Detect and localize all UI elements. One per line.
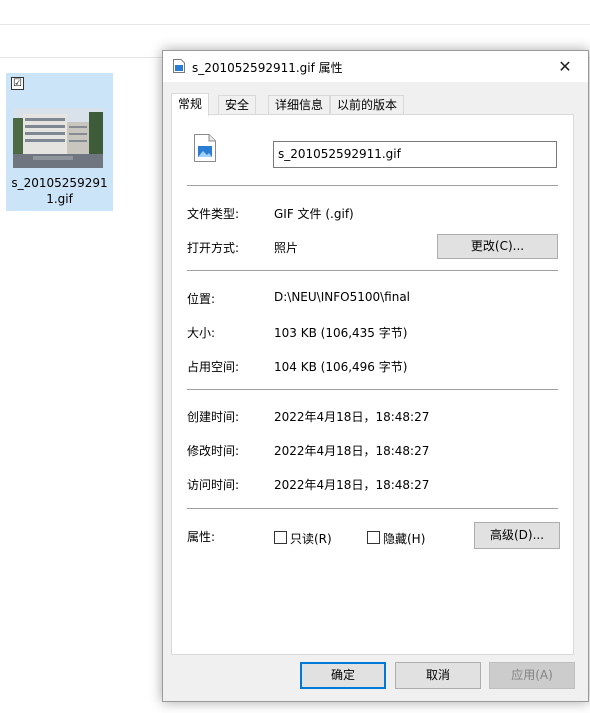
- location-label: 位置:: [187, 292, 216, 306]
- explorer-toolbar: [0, 0, 590, 25]
- image-thumbnail: [13, 108, 103, 168]
- file-select-checkbox[interactable]: ☑: [11, 77, 24, 90]
- attributes-label: 属性:: [187, 530, 216, 544]
- dialog-title: s_201052592911.gif 属性: [192, 61, 343, 75]
- open-with-value: 照片: [274, 241, 299, 255]
- file-item[interactable]: ☑ s_201052592911.gif: [6, 73, 113, 211]
- divider: [187, 270, 558, 271]
- advanced-button[interactable]: 高级(D)...: [474, 522, 560, 549]
- tab-details[interactable]: 详细信息: [268, 95, 331, 115]
- properties-dialog: s_201052592911.gif 属性 ✕ 常规 安全 详细信息 以前的版本…: [162, 50, 589, 702]
- size-on-disk-label: 占用空间:: [187, 360, 240, 374]
- ok-button[interactable]: 确定: [300, 662, 386, 689]
- divider: [187, 185, 558, 186]
- file-type-value: GIF 文件 (.gif): [274, 207, 354, 221]
- modified-value: 2022年4月18日，18:48:27: [274, 444, 430, 458]
- accessed-label: 访问时间:: [187, 478, 240, 492]
- readonly-checkbox[interactable]: [274, 531, 287, 544]
- file-name-field[interactable]: s_201052592911.gif: [273, 141, 557, 168]
- change-button[interactable]: 更改(C)...: [437, 234, 558, 259]
- tab-security[interactable]: 安全: [218, 95, 257, 115]
- dialog-titlebar[interactable]: s_201052592911.gif 属性 ✕: [163, 51, 588, 82]
- size-on-disk-value: 104 KB (106,496 字节): [274, 360, 408, 374]
- accessed-value: 2022年4月18日，18:48:27: [274, 478, 430, 492]
- readonly-label[interactable]: 只读(R): [290, 530, 332, 547]
- apply-button[interactable]: 应用(A): [489, 662, 575, 689]
- close-icon: ✕: [558, 57, 572, 76]
- open-with-label: 打开方式:: [187, 241, 240, 255]
- divider: [187, 389, 558, 390]
- divider: [187, 508, 558, 509]
- general-tab-panel: s_201052592911.gif 文件类型: GIF 文件 (.gif) 打…: [171, 114, 574, 655]
- close-button[interactable]: ✕: [542, 51, 588, 82]
- gif-file-icon: [173, 59, 185, 73]
- hidden-label[interactable]: 隐藏(H): [383, 530, 425, 547]
- modified-label: 修改时间:: [187, 444, 240, 458]
- cancel-button[interactable]: 取消: [395, 662, 481, 689]
- hidden-checkbox[interactable]: [367, 531, 380, 544]
- file-type-label: 文件类型:: [187, 207, 240, 221]
- tab-general[interactable]: 常规: [171, 93, 210, 116]
- tab-previous-versions[interactable]: 以前的版本: [330, 95, 405, 115]
- created-value: 2022年4月18日，18:48:27: [274, 410, 430, 424]
- size-value: 103 KB (106,435 字节): [274, 326, 408, 340]
- gif-file-icon: [194, 134, 216, 162]
- location-value: D:\NEU\INFO5100\final: [274, 290, 411, 304]
- size-label: 大小:: [187, 326, 216, 340]
- created-label: 创建时间:: [187, 410, 240, 424]
- file-name-label: s_201052592911.gif: [11, 176, 108, 206]
